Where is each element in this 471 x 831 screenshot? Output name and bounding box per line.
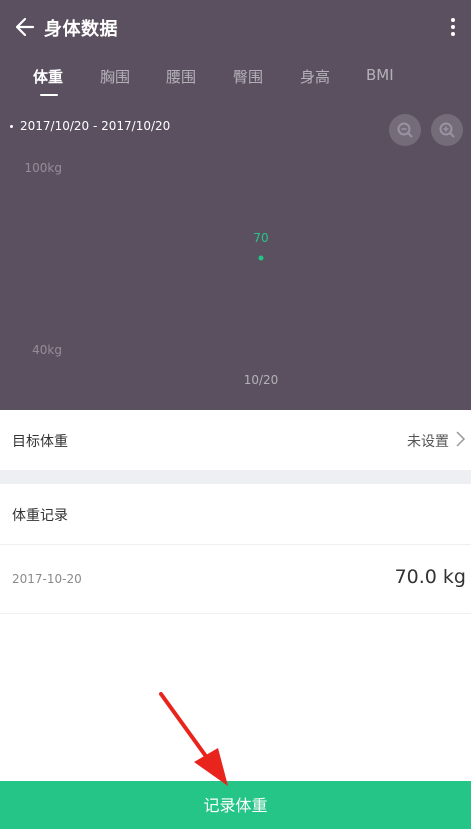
record-weight-button[interactable]: 记录体重 — [0, 781, 471, 829]
divider — [0, 613, 471, 614]
weight-chart: 100kg 40kg 10/20 70 — [25, 161, 279, 387]
y-tick-label-top: 100kg — [25, 161, 62, 175]
tab-hip[interactable]: 臀围 — [233, 66, 263, 87]
data-label: 70 — [253, 231, 268, 245]
back-button[interactable] — [12, 14, 40, 40]
range-bullet — [10, 125, 13, 128]
zoom-out-button[interactable] — [389, 114, 421, 146]
date-range-text: 2017/10/20 - 2017/10/20 — [20, 119, 171, 133]
records-title: 体重记录 — [12, 508, 68, 524]
record-value: 70.0 kg — [394, 566, 466, 588]
top-app-bar: 身体数据 — [0, 0, 471, 54]
section-gap — [0, 470, 471, 484]
record-date: 2017-10-20 — [12, 572, 82, 586]
metric-tabs: 体重 胸围 腰围 臀围 身高 BMI — [0, 60, 471, 100]
target-weight-label: 目标体重 — [12, 434, 68, 450]
chevron-right-icon — [456, 431, 466, 447]
tab-weight[interactable]: 体重 — [33, 66, 63, 87]
record-row[interactable]: 2017-10-20 70.0 kg — [0, 545, 471, 613]
tab-chest[interactable]: 胸围 — [100, 66, 130, 87]
page-title: 身体数据 — [44, 19, 118, 40]
active-tab-indicator — [40, 94, 58, 96]
tab-bmi[interactable]: BMI — [366, 66, 394, 84]
target-weight-value: 未设置 — [407, 434, 449, 450]
header-panel: 身体数据 体重 胸围 腰围 臀围 身高 BMI 2017/10/20 - 201… — [0, 0, 471, 410]
y-tick-label-bottom: 40kg — [32, 343, 62, 357]
zoom-in-icon — [439, 122, 455, 138]
tab-height[interactable]: 身高 — [300, 66, 330, 87]
tab-waist[interactable]: 腰围 — [166, 66, 196, 87]
more-vertical-icon — [451, 18, 455, 36]
zoom-in-button[interactable] — [431, 114, 463, 146]
more-options-button[interactable] — [439, 14, 463, 40]
data-point — [258, 255, 264, 261]
target-weight-row[interactable]: 目标体重 未设置 — [0, 410, 471, 470]
back-arrow-icon — [15, 17, 35, 37]
x-tick-label: 10/20 — [244, 373, 279, 387]
date-range: 2017/10/20 - 2017/10/20 — [10, 119, 170, 133]
zoom-out-icon — [397, 122, 413, 138]
